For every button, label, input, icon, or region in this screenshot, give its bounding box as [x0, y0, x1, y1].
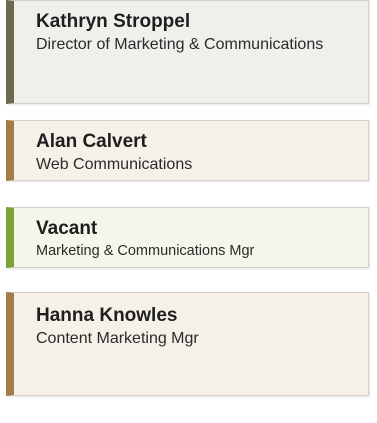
- staff-card-content: Hanna Knowles Content Marketing Mgr: [6, 292, 369, 396]
- staff-title: Marketing & Communications Mgr: [36, 243, 255, 259]
- staff-title: Content Marketing Mgr: [36, 330, 199, 347]
- staff-card-director: Kathryn Stroppel Director of Marketing &…: [6, 0, 369, 104]
- staff-card-web: Alan Calvert Web Communications: [6, 120, 369, 181]
- staff-card-vacant: Vacant Marketing & Communications Mgr: [6, 207, 369, 268]
- staff-name: Alan Calvert: [36, 131, 147, 152]
- staff-name: Hanna Knowles: [36, 305, 178, 326]
- staff-title: Web Communications: [36, 156, 193, 173]
- staff-name: Kathryn Stroppel: [36, 11, 191, 32]
- staff-name: Vacant: [36, 218, 98, 239]
- staff-title: Director of Marketing & Communications: [36, 36, 324, 53]
